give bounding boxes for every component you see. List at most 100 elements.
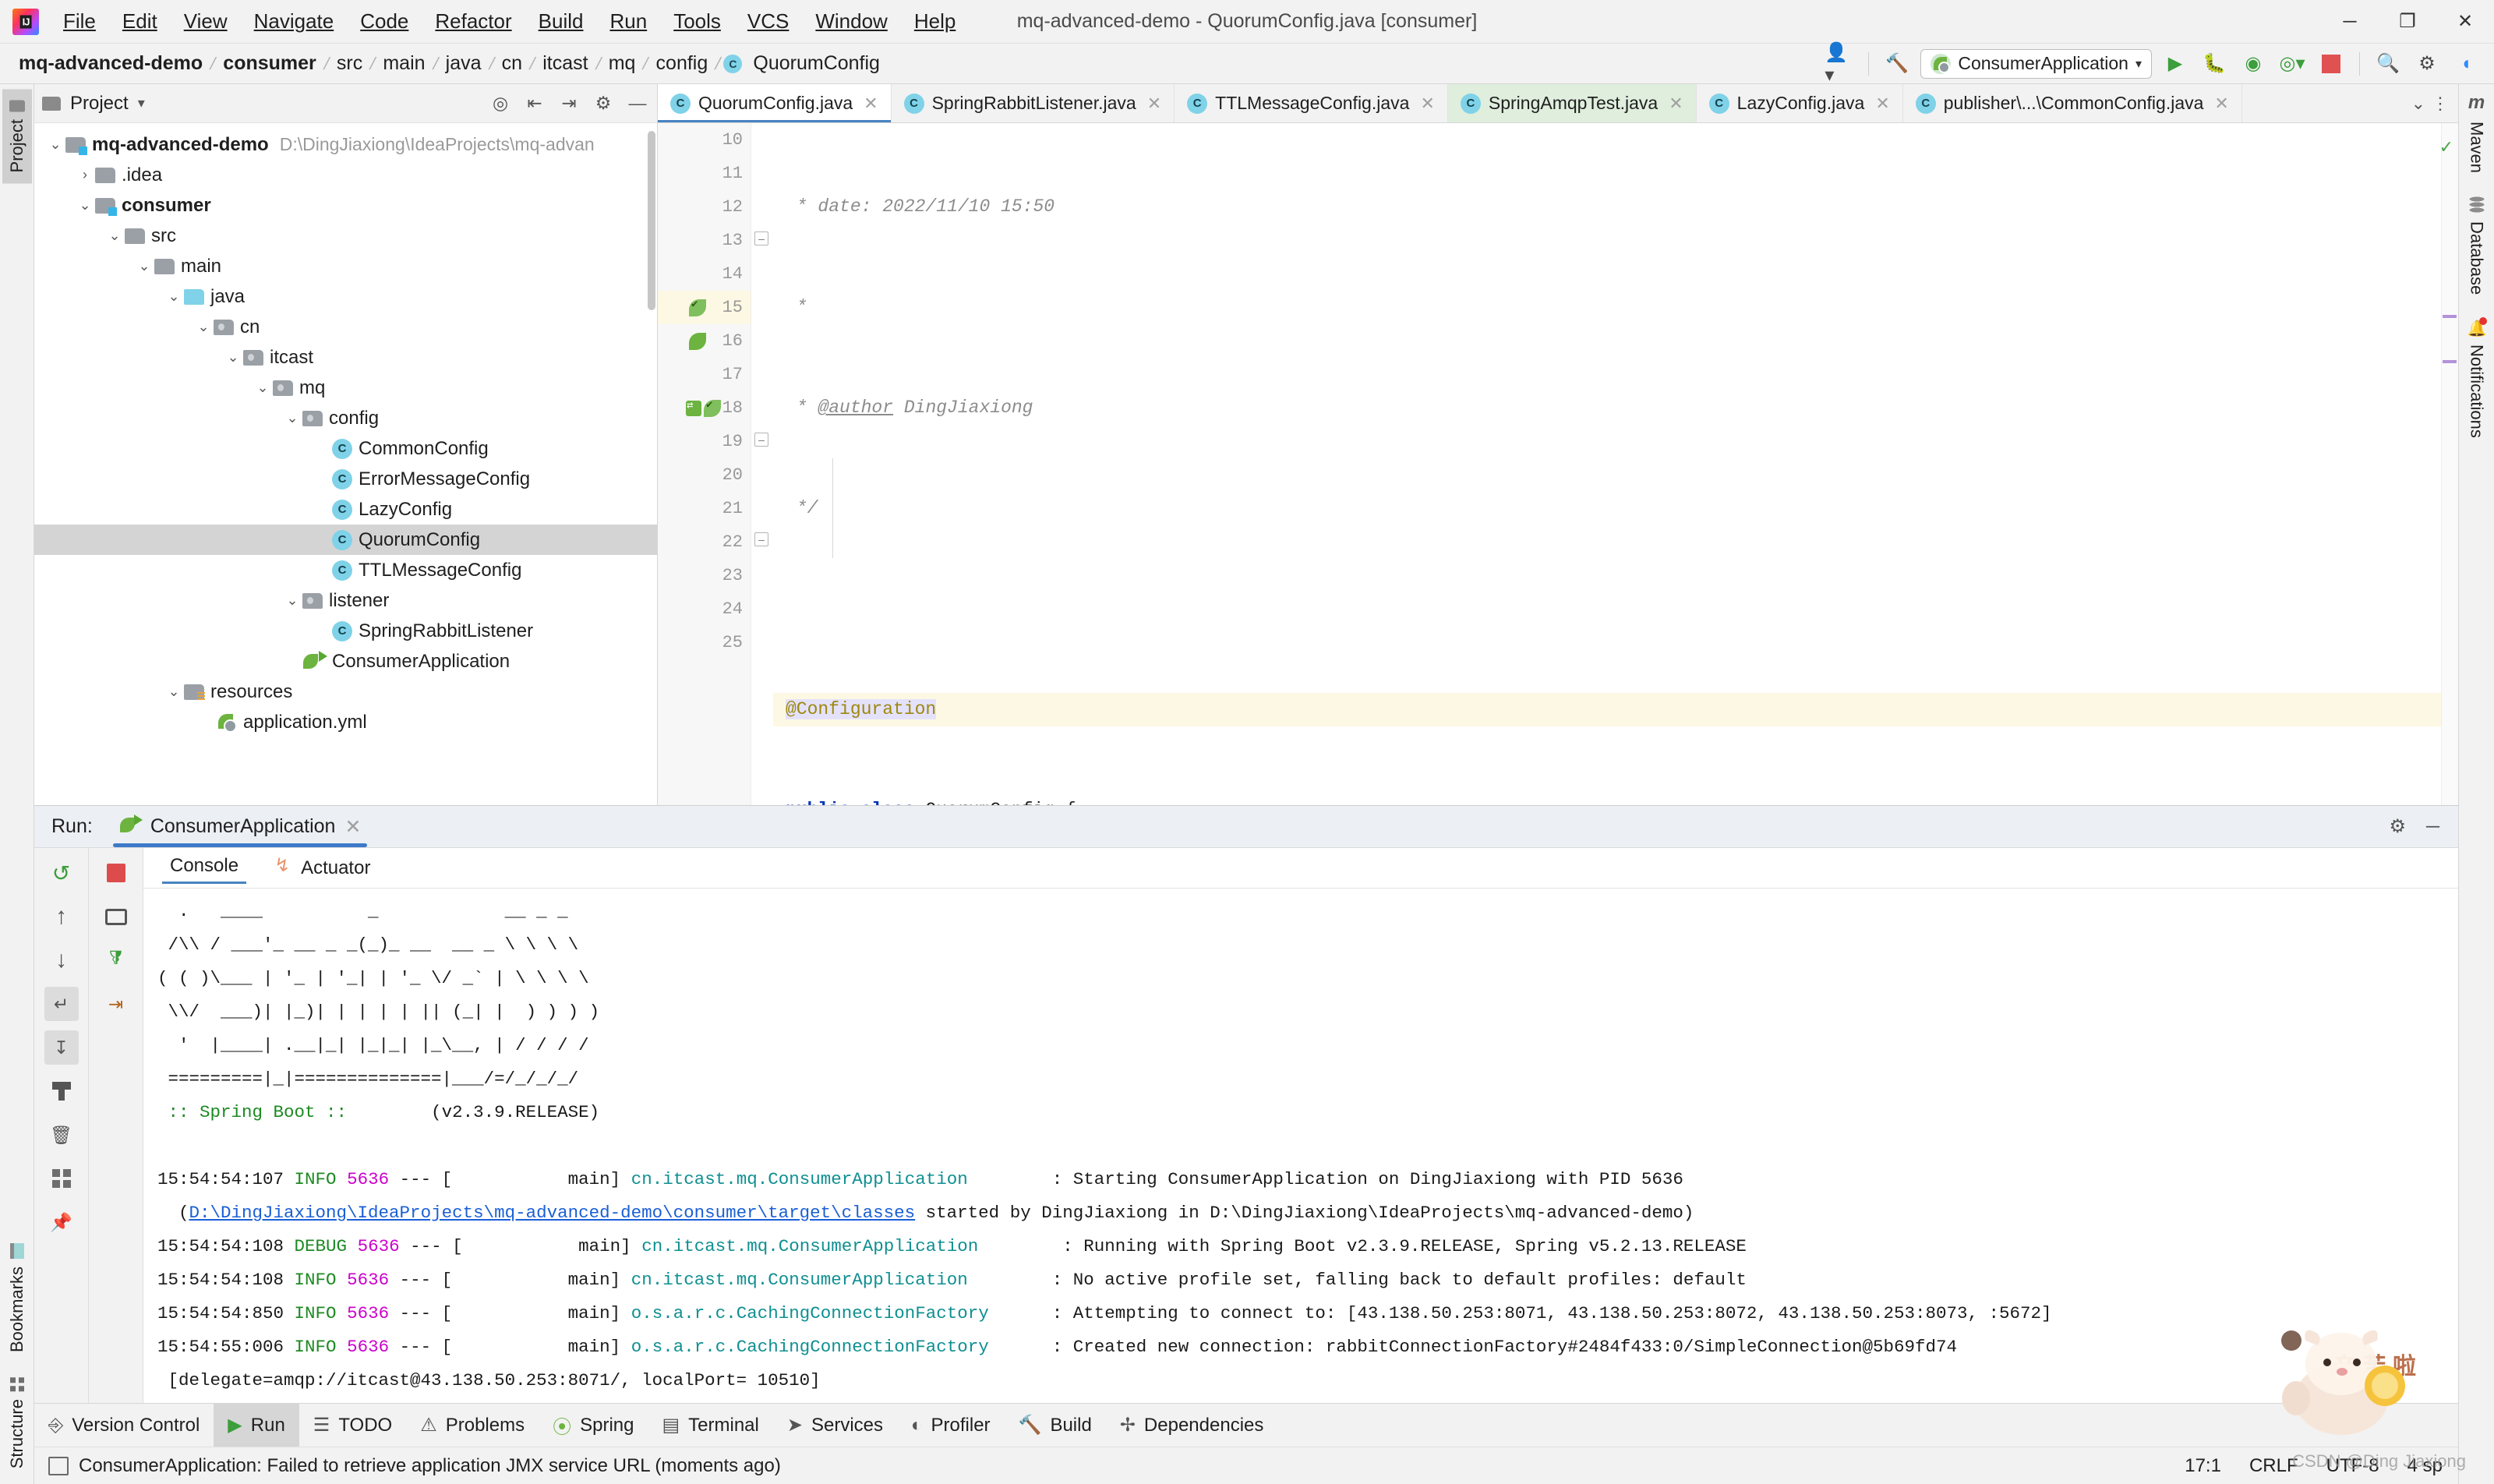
gear-icon[interactable]: ⚙ [2389, 815, 2406, 838]
tree-node-lazyconfig[interactable]: LazyConfig [34, 494, 657, 525]
close-icon[interactable]: ✕ [1875, 94, 1889, 114]
locate-icon[interactable]: ◎ [489, 93, 512, 114]
tab-springrabbitlistener-java[interactable]: SpringRabbitListener.java ✕ [892, 84, 1175, 122]
chevron-right-icon[interactable]: › [75, 167, 95, 183]
stop-icon[interactable] [2316, 48, 2347, 80]
breadcrumb-main[interactable]: main [378, 51, 429, 76]
thread-dump-icon[interactable]: 🨯 [99, 943, 133, 977]
chevron-down-icon[interactable]: ⌄ [45, 136, 65, 153]
tree-node-resources[interactable]: ⌄ resources [34, 677, 657, 707]
tree-node-listener[interactable]: ⌄ listener [34, 585, 657, 616]
caret-position[interactable]: 17:1 [2185, 1455, 2221, 1477]
tree-node-mq-advanced-demo[interactable]: ⌄ mq-advanced-demo D:\DingJiaxiong\IdeaP… [34, 129, 657, 160]
tree-node-cn[interactable]: ⌄ cn [34, 312, 657, 342]
hide-window-icon[interactable]: ─ [2426, 816, 2439, 838]
breadcrumb-java[interactable]: java [441, 51, 486, 76]
editor-scrollbar[interactable]: ✓ [2439, 123, 2458, 805]
code-folding-column[interactable]: – – – [751, 123, 773, 805]
toolbutton-build[interactable]: 🔨 Build [1005, 1404, 1106, 1447]
sidebar-item-notifications[interactable]: Notifications [2467, 317, 2487, 438]
log-classpath-link[interactable]: D:\DingJiaxiong\IdeaProjects\mq-advanced… [189, 1203, 916, 1223]
tree-node-src[interactable]: ⌄ src [34, 221, 657, 251]
tree-node-springrabbitlistener[interactable]: SpringRabbitListener [34, 616, 657, 646]
console-output[interactable]: . ____ _ __ _ _ /\\ / ___'_ __ _ _(_)_ _… [143, 889, 2458, 1403]
tab-commonconfig-java[interactable]: publisher\...\CommonConfig.java ✕ [1903, 84, 2242, 122]
chevron-down-icon[interactable]: ▾ [138, 95, 145, 111]
sidebar-item-project[interactable]: Project [2, 89, 32, 184]
menu-run[interactable]: Run [596, 6, 660, 37]
fold-marker-comment-end[interactable]: – [754, 231, 768, 246]
status-message-area[interactable]: ConsumerApplication: Failed to retrieve … [34, 1455, 781, 1477]
run-configuration-selector[interactable]: ConsumerApplication ▾ [1920, 48, 2152, 79]
close-icon[interactable]: ✕ [344, 815, 361, 839]
menu-vcs[interactable]: VCS [734, 6, 802, 37]
chevron-down-icon[interactable]: ⌄ [193, 319, 214, 335]
inspection-ok-icon[interactable]: ✓ [2439, 137, 2453, 157]
breadcrumb-quorumconfig[interactable]: QuorumConfig [748, 51, 885, 76]
tree-node-main[interactable]: ⌄ main [34, 251, 657, 281]
tree-node-java[interactable]: ⌄ java [34, 281, 657, 312]
menu-window[interactable]: Window [802, 6, 900, 37]
soft-wrap-icon[interactable]: ↵ [44, 987, 79, 1021]
close-icon[interactable]: ✕ [1420, 94, 1434, 114]
breadcrumb-itcast[interactable]: itcast [538, 51, 592, 76]
user-icon[interactable]: 👤▾ [1825, 42, 1856, 86]
chevron-down-icon[interactable]: ⌄ [164, 288, 184, 305]
tree-node-config[interactable]: ⌄ config [34, 403, 657, 433]
toolbutton-todo[interactable]: ☰ TODO [299, 1404, 406, 1447]
run-tab-consumerapplication[interactable]: ConsumerApplication ✕ [108, 806, 373, 847]
tree-node-application-yml[interactable]: application.yml [34, 707, 657, 737]
fold-marker-method-end[interactable]: – [754, 532, 768, 546]
close-button[interactable]: ✕ [2436, 0, 2494, 44]
toolbutton-spring[interactable]: ⦿ Spring [539, 1404, 648, 1447]
profile-icon[interactable]: ◎▾ [2277, 48, 2308, 80]
sidebar-item-database[interactable]: Database [2467, 196, 2487, 295]
scrollbar-marker[interactable] [2443, 360, 2457, 363]
scrollbar-marker[interactable] [2443, 315, 2457, 318]
close-icon[interactable]: ✕ [1669, 94, 1683, 114]
editor-tab-menu-icon[interactable]: ⋮ [2432, 94, 2449, 114]
menu-tools[interactable]: Tools [660, 6, 734, 37]
gear-icon[interactable]: ⚙ [592, 93, 615, 114]
menu-view[interactable]: View [171, 6, 241, 37]
stop-icon[interactable] [99, 856, 133, 890]
tab-lazyconfig-java[interactable]: LazyConfig.java ✕ [1697, 84, 1903, 122]
chevron-down-icon[interactable]: ⌄ [134, 258, 154, 274]
sidebar-item-maven[interactable]: m Maven [2467, 92, 2487, 173]
print-icon[interactable] [44, 1074, 79, 1108]
gutter-bean-nav-icon[interactable] [686, 398, 721, 417]
menu-file[interactable]: File [50, 6, 109, 37]
toolbutton-terminal[interactable]: ▤ Terminal [648, 1404, 772, 1447]
breadcrumb-cn[interactable]: cn [497, 51, 527, 76]
build-hammer-icon[interactable]: 🔨 [1881, 48, 1913, 80]
gear-icon[interactable]: ⚙ [2411, 48, 2443, 80]
debug-icon[interactable]: 🐛 [2199, 48, 2230, 80]
scroll-down-icon[interactable]: ↓ [44, 943, 79, 977]
sidebar-item-bookmarks[interactable]: Bookmarks [2, 1232, 32, 1363]
tree-node-consumer[interactable]: ⌄ consumer [34, 190, 657, 221]
menu-refactor[interactable]: Refactor [422, 6, 525, 37]
breadcrumb-mq[interactable]: mq [604, 51, 641, 76]
tree-node-itcast[interactable]: ⌄ itcast [34, 342, 657, 373]
tab-console[interactable]: Console [162, 852, 247, 884]
fold-marker-method-start[interactable]: – [754, 433, 768, 447]
tab-springamqptest-java[interactable]: SpringAmqpTest.java ✕ [1447, 84, 1697, 122]
scroll-up-icon[interactable]: ↑ [44, 899, 79, 934]
tree-node-mq[interactable]: ⌄ mq [34, 373, 657, 403]
tab-quorumconfig-java[interactable]: QuorumConfig.java ✕ [658, 84, 892, 122]
run-icon[interactable]: ▶ [2160, 48, 2191, 80]
gutter-bean-check-icon[interactable] [689, 298, 706, 316]
toolbutton-profiler[interactable]: ◐ Profiler [897, 1404, 1005, 1447]
tree-node-ttlmessageconfig[interactable]: TTLMessageConfig [34, 555, 657, 585]
scroll-to-end-icon[interactable]: ↧ [44, 1030, 79, 1065]
menu-build[interactable]: Build [525, 6, 597, 37]
breadcrumb-src[interactable]: src [332, 51, 367, 76]
clear-all-icon[interactable]: 🗑 [44, 1118, 79, 1152]
chevron-down-icon[interactable]: ⌄ [253, 380, 273, 396]
expand-all-icon[interactable]: ⇥ [557, 93, 581, 114]
menu-edit[interactable]: Edit [109, 6, 171, 37]
tree-node-consumerapplication[interactable]: ConsumerApplication [34, 646, 657, 677]
project-scrollbar[interactable] [648, 131, 655, 310]
chevron-down-icon[interactable]: ⌄ [2411, 94, 2425, 114]
breadcrumb-mq-advanced-demo[interactable]: mq-advanced-demo [14, 51, 207, 76]
